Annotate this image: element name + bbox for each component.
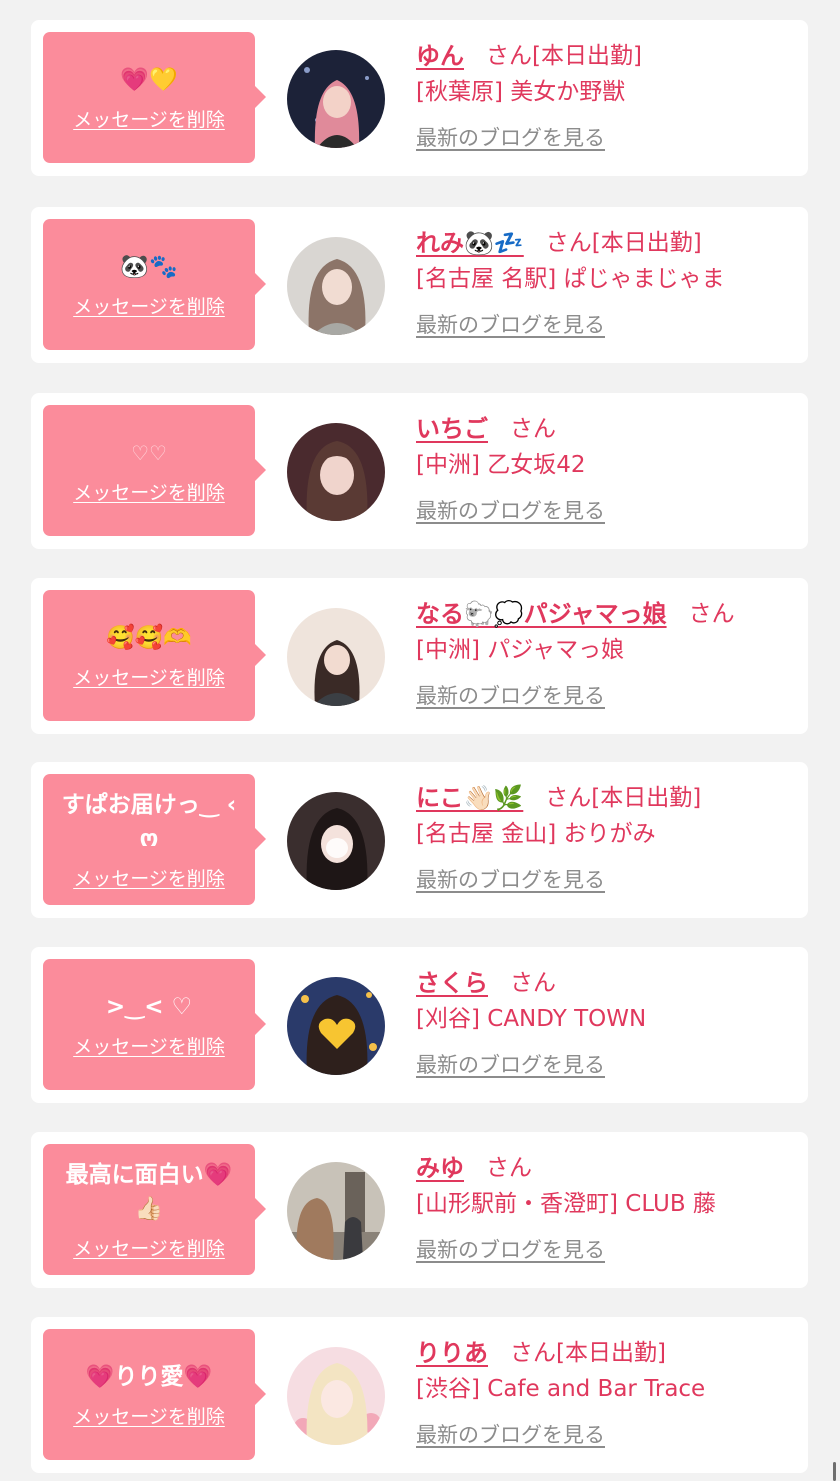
name-suffix: さん [486,1155,532,1181]
message-bubble: すぱお届けっ‿ ‹ ო メッセージを削除 [43,774,266,905]
message-text: ♡♡ [131,441,167,465]
latest-blog-link[interactable]: 最新のブログを見る [416,1419,605,1449]
shop-name: [中洲] パジャマっ娘 [416,637,625,663]
delete-message-link[interactable]: メッセージを削除 [73,864,225,891]
shop-name: [名古屋 名駅] ぱじゃまじゃま [416,266,725,292]
message-card: >‿< ♡ メッセージを削除 さくら さん [刈谷] CANDY TOWN 最新… [31,947,808,1103]
avatar[interactable] [287,977,385,1075]
name-suffix: さん[本日出勤] [510,1340,666,1366]
message-card: 💗りり愛💗 メッセージを削除 りりあ さん[本日出勤] [渋谷] Cafe an… [31,1317,808,1473]
shop-name: [山形駅前・香澄町] CLUB 藤 [416,1191,716,1217]
girl-name-link[interactable]: りりあ [416,1333,488,1368]
shop-name: [中洲] 乙女坂42 [416,452,586,478]
name-suffix: さん [688,601,735,627]
shop-name: [刈谷] CANDY TOWN [416,1006,647,1032]
message-bubble: 🥰🥰🫶 メッセージを削除 [43,590,266,721]
message-text: すぱお届けっ‿ ‹ ო [61,792,237,852]
scrollbar[interactable] [833,1462,836,1481]
message-card: ♡♡ メッセージを削除 いちご さん [中洲] 乙女坂42 最新のブログを見る [31,393,808,549]
delete-message-link[interactable]: メッセージを削除 [73,1234,225,1261]
girl-name-link[interactable]: いちご [416,409,488,444]
message-bubble: >‿< ♡ メッセージを削除 [43,959,266,1090]
message-bubble: 最高に面白い💗👍🏻 メッセージを削除 [43,1144,266,1275]
message-card: すぱお届けっ‿ ‹ ო メッセージを削除 にこ👋🏻🌿 さん[本日出勤] [名古屋… [31,762,808,918]
message-card: 💗💛 メッセージを削除 ゆん さん[本日出勤] [秋葉原] 美女か野獣 最新のブ… [31,20,808,176]
girl-name-link[interactable]: にこ👋🏻🌿 [416,778,523,813]
avatar[interactable] [287,1162,385,1260]
message-text: 🥰🥰🫶 [106,625,192,651]
avatar[interactable] [287,237,385,335]
name-suffix: さん[本日出勤] [486,43,642,69]
girl-name-link[interactable]: れみ🐼💤 [416,223,524,258]
avatar[interactable] [287,423,385,521]
avatar[interactable] [287,792,385,890]
message-bubble: 💗りり愛💗 メッセージを削除 [43,1329,266,1460]
delete-message-link[interactable]: メッセージを削除 [73,105,225,132]
latest-blog-link[interactable]: 最新のブログを見る [416,680,605,710]
latest-blog-link[interactable]: 最新のブログを見る [416,1049,605,1079]
message-text: 最高に面白い💗👍🏻 [65,1162,233,1222]
latest-blog-link[interactable]: 最新のブログを見る [416,1234,605,1264]
message-bubble: ♡♡ メッセージを削除 [43,405,266,536]
latest-blog-link[interactable]: 最新のブログを見る [416,864,605,894]
girl-name-link[interactable]: ゆん [416,36,464,71]
message-text: >‿< ♡ [105,994,193,1020]
message-card: 最高に面白い💗👍🏻 メッセージを削除 みゆ さん [山形駅前・香澄町] CLUB… [31,1132,808,1288]
girl-name-link[interactable]: さくら [416,963,488,998]
name-suffix: さん[本日出勤] [545,230,702,256]
shop-name: [秋葉原] 美女か野獣 [416,79,626,105]
message-card: 🥰🥰🫶 メッセージを削除 なる🐑💭パジャマっ娘 さん [中洲] パジャマっ娘 最… [31,578,808,734]
shop-name: [名古屋 金山] おりがみ [416,821,656,847]
avatar[interactable] [287,608,385,706]
delete-message-link[interactable]: メッセージを削除 [73,1032,225,1059]
shop-name: [渋谷] Cafe and Bar Trace [416,1376,706,1402]
latest-blog-link[interactable]: 最新のブログを見る [416,309,605,339]
name-suffix: さん[本日出勤] [545,785,702,811]
girl-name-link[interactable]: みゆ [416,1148,464,1183]
message-text: 💗💛 [120,67,178,93]
latest-blog-link[interactable]: 最新のブログを見る [416,495,605,525]
message-bubble: 🐼🐾 メッセージを削除 [43,219,266,350]
message-bubble: 💗💛 メッセージを削除 [43,32,266,163]
message-text: 🐼🐾 [120,254,178,280]
message-text: 💗りり愛💗 [85,1364,213,1390]
name-suffix: さん [510,970,556,996]
delete-message-link[interactable]: メッセージを削除 [73,663,225,690]
avatar[interactable] [287,1347,385,1445]
girl-name-link[interactable]: なる🐑💭パジャマっ娘 [416,594,667,629]
delete-message-link[interactable]: メッセージを削除 [73,1402,225,1429]
delete-message-link[interactable]: メッセージを削除 [73,478,225,505]
message-card: 🐼🐾 メッセージを削除 れみ🐼💤 さん[本日出勤] [名古屋 名駅] ぱじゃまじ… [31,207,808,363]
delete-message-link[interactable]: メッセージを削除 [73,292,225,319]
latest-blog-link[interactable]: 最新のブログを見る [416,122,605,152]
avatar[interactable] [287,50,385,148]
name-suffix: さん [510,416,556,442]
